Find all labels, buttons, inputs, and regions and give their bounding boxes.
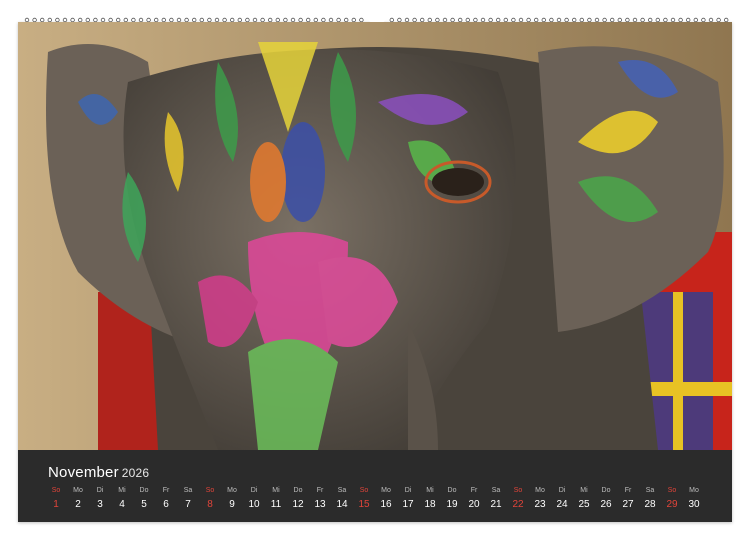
day-number: 15: [358, 499, 370, 510]
day-cell: Di 10: [243, 486, 265, 516]
day-cell: So 15: [353, 486, 375, 516]
day-cell: Fr 13: [309, 486, 331, 516]
day-number: 25: [578, 499, 590, 510]
weekday-label: Mo: [535, 487, 545, 494]
day-number: 19: [446, 499, 458, 510]
weekday-label: Sa: [337, 487, 347, 494]
day-cell: Sa 21: [485, 486, 507, 516]
day-cell: Mi 4: [111, 486, 133, 516]
day-cell: Mi 25: [573, 486, 595, 516]
day-number: 7: [185, 499, 191, 510]
weekday-label: Di: [250, 487, 258, 494]
day-cell: Sa 14: [331, 486, 353, 516]
day-cell: Mi 18: [419, 486, 441, 516]
weekday-label: Sa: [645, 487, 655, 494]
day-number: 12: [292, 499, 304, 510]
day-cell: Mo 30: [683, 486, 705, 516]
day-number: 3: [97, 499, 103, 510]
elephant-photo: [18, 22, 732, 450]
weekday-label: Fr: [470, 487, 478, 494]
weekday-label: Di: [96, 487, 104, 494]
day-cell: So 22: [507, 486, 529, 516]
day-number: 16: [380, 499, 392, 510]
day-cell: Mo 23: [529, 486, 551, 516]
weekday-label: Do: [293, 487, 303, 494]
day-number: 20: [468, 499, 480, 510]
weekday-label: Mo: [73, 487, 83, 494]
day-cell: Mo 16: [375, 486, 397, 516]
weekday-label: Mi: [272, 487, 280, 494]
day-cell: So 8: [199, 486, 221, 516]
day-number: 5: [141, 499, 147, 510]
weekday-label: Mo: [381, 487, 391, 494]
weekday-label: Fr: [316, 487, 324, 494]
day-number: 2: [75, 499, 81, 510]
weekday-label: Do: [447, 487, 457, 494]
weekday-label: Sa: [183, 487, 193, 494]
weekday-label: Mo: [227, 487, 237, 494]
day-number: 18: [424, 499, 436, 510]
day-number: 14: [336, 499, 348, 510]
day-number: 24: [556, 499, 568, 510]
painted-elephant-image: [18, 22, 732, 450]
day-cell: Di 17: [397, 486, 419, 516]
weekday-label: Mi: [580, 487, 588, 494]
day-number: 4: [119, 499, 125, 510]
month-name: November: [48, 464, 119, 481]
weekday-label: Mo: [689, 487, 699, 494]
day-cell: Di 24: [551, 486, 573, 516]
weekday-label: Mi: [426, 487, 434, 494]
day-cell: Sa 28: [639, 486, 661, 516]
day-number: 10: [248, 499, 260, 510]
weekday-label: So: [205, 487, 215, 494]
day-number: 26: [600, 499, 612, 510]
day-number: 29: [666, 499, 678, 510]
day-cell: Sa 7: [177, 486, 199, 516]
day-cell: Mi 11: [265, 486, 287, 516]
weekday-label: Mi: [118, 487, 126, 494]
day-cell: So 1: [45, 486, 67, 516]
weekday-label: Di: [558, 487, 566, 494]
day-cell: Mo 9: [221, 486, 243, 516]
day-row: So 1 Mo 2 Di 3 Mi 4 Do 5 Fr 6 Sa 7 So 8 Mo 9 Di 10 Mi 11 Do 12 F…: [45, 486, 705, 516]
weekday-label: Do: [601, 487, 611, 494]
day-cell: Di 3: [89, 486, 111, 516]
day-cell: Fr 20: [463, 486, 485, 516]
day-number: 17: [402, 499, 414, 510]
day-number: 13: [314, 499, 326, 510]
day-cell: Do 26: [595, 486, 617, 516]
day-number: 28: [644, 499, 656, 510]
weekday-label: So: [359, 487, 369, 494]
weekday-label: Di: [404, 487, 412, 494]
weekday-label: So: [513, 487, 523, 494]
day-cell: Fr 6: [155, 486, 177, 516]
month-year: 2026: [121, 466, 150, 480]
weekday-label: Fr: [162, 487, 170, 494]
day-number: 27: [622, 499, 634, 510]
day-cell: Do 19: [441, 486, 463, 516]
weekday-label: Do: [139, 487, 149, 494]
day-number: 23: [534, 499, 546, 510]
weekday-label: So: [667, 487, 677, 494]
calendar-strip: November 2026 So 1 Mo 2 Di 3 Mi 4 Do 5 Fr 6 Sa 7 So 8 Mo 9…: [18, 450, 732, 522]
month-title: November 2026: [48, 464, 149, 481]
day-number: 11: [270, 499, 282, 510]
day-number: 30: [688, 499, 700, 510]
day-cell: Do 5: [133, 486, 155, 516]
day-number: 8: [207, 499, 213, 510]
day-number: 1: [53, 499, 59, 510]
day-cell: Do 12: [287, 486, 309, 516]
day-number: 22: [512, 499, 524, 510]
day-cell: So 29: [661, 486, 683, 516]
weekday-label: So: [51, 487, 61, 494]
day-cell: Mo 2: [67, 486, 89, 516]
weekday-label: Sa: [491, 487, 501, 494]
day-number: 9: [229, 499, 235, 510]
weekday-label: Fr: [624, 487, 632, 494]
day-number: 21: [490, 499, 502, 510]
day-cell: Fr 27: [617, 486, 639, 516]
day-number: 6: [163, 499, 169, 510]
